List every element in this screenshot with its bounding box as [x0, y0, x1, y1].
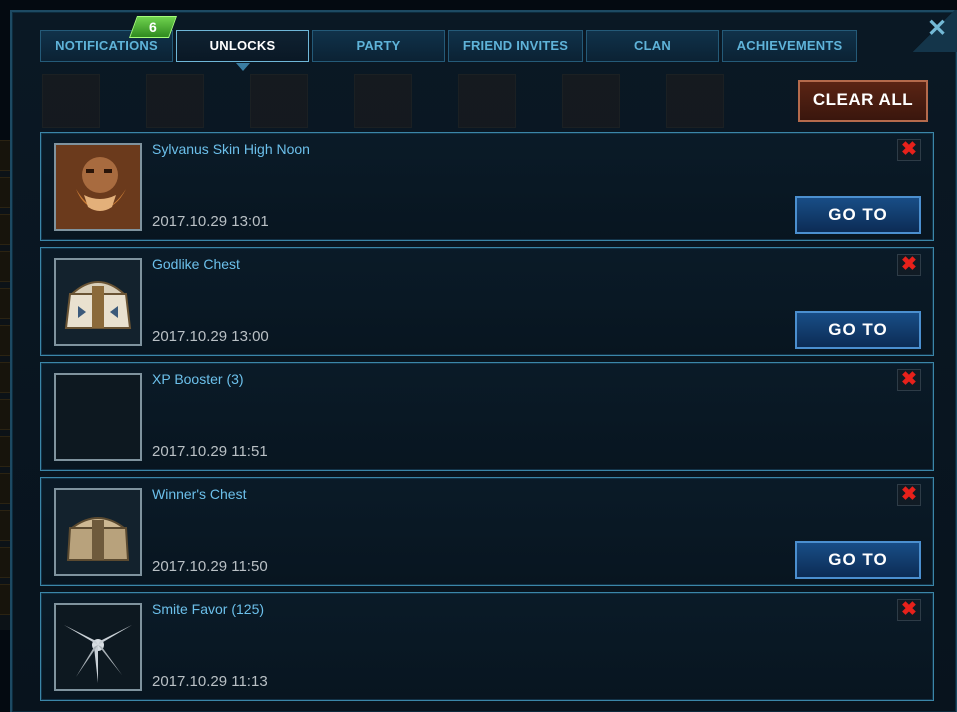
tab-unlocks[interactable]: UNLOCKS [176, 30, 309, 71]
item-title: Godlike Chest [152, 256, 240, 272]
list-item: Sylvanus Skin High Noon 2017.10.29 13:01… [40, 132, 934, 241]
bg-portrait [250, 74, 308, 128]
dismiss-button[interactable]: ✖ [897, 139, 921, 161]
screen: ✕ NOTIFICATIONS 6 UNLOCKS PARTY FRIEND I… [0, 0, 957, 712]
tab-label: CLAN [634, 38, 671, 53]
tab-party[interactable]: PARTY [312, 30, 445, 62]
xp-booster-art [56, 375, 140, 459]
bg-portrait [42, 74, 100, 128]
list-item: Winner's Chest 2017.10.29 11:50 ✖ GO TO [40, 477, 934, 586]
godlike-chest-art [56, 260, 140, 344]
tab-label: NOTIFICATIONS [55, 38, 158, 53]
xp-booster-icon [54, 373, 142, 461]
tab-clan[interactable]: CLAN [586, 30, 719, 62]
list-item: Godlike Chest 2017.10.29 13:00 ✖ GO TO [40, 247, 934, 356]
tab-label: ACHIEVEMENTS [736, 38, 843, 53]
smite-favor-art [56, 605, 140, 689]
godlike-chest-icon [54, 258, 142, 346]
go-to-button[interactable]: GO TO [795, 541, 921, 579]
dismiss-button[interactable]: ✖ [897, 599, 921, 621]
notifications-panel: ✕ NOTIFICATIONS 6 UNLOCKS PARTY FRIEND I… [10, 10, 957, 712]
item-title: Sylvanus Skin High Noon [152, 141, 310, 157]
notification-count-badge: 6 [128, 16, 178, 38]
sylvanus-portrait-art [56, 145, 140, 229]
winners-chest-art [56, 490, 140, 574]
bg-portrait [458, 74, 516, 128]
background-portrait-row [42, 74, 802, 132]
item-timestamp: 2017.10.29 11:51 [152, 443, 268, 460]
list-item: Smite Favor (125) 2017.10.29 11:13 ✖ [40, 592, 934, 701]
badge-count: 6 [149, 19, 157, 35]
close-button[interactable]: ✕ [922, 14, 952, 44]
bg-portrait [666, 74, 724, 128]
item-timestamp: 2017.10.29 11:13 [152, 673, 268, 690]
tab-label: UNLOCKS [209, 38, 276, 53]
item-title: Smite Favor (125) [152, 601, 265, 617]
item-title: Winner's Chest [152, 486, 247, 502]
dismiss-button[interactable]: ✖ [897, 484, 921, 506]
bg-portrait [562, 74, 620, 128]
sylvanus-portrait-icon [54, 143, 142, 231]
tab-label: PARTY [356, 38, 401, 53]
dismiss-button[interactable]: ✖ [897, 254, 921, 276]
go-to-button[interactable]: GO TO [795, 311, 921, 349]
winners-chest-icon [54, 488, 142, 576]
item-timestamp: 2017.10.29 13:01 [152, 213, 269, 230]
smite-favor-icon [54, 603, 142, 691]
bg-portrait [354, 74, 412, 128]
item-timestamp: 2017.10.29 13:00 [152, 328, 269, 345]
notification-list: Sylvanus Skin High Noon 2017.10.29 13:01… [40, 132, 934, 707]
tab-friend-invites[interactable]: FRIEND INVITES [448, 30, 583, 62]
list-item: XP Booster (3) 2017.10.29 11:51 ✖ [40, 362, 934, 471]
bg-portrait [146, 74, 204, 128]
tab-notifications[interactable]: NOTIFICATIONS 6 [40, 16, 178, 62]
tab-label: FRIEND INVITES [462, 38, 569, 53]
dismiss-button[interactable]: ✖ [897, 369, 921, 391]
item-timestamp: 2017.10.29 11:50 [152, 558, 268, 575]
tab-bar: NOTIFICATIONS 6 UNLOCKS PARTY FRIEND INV… [40, 16, 860, 71]
go-to-button[interactable]: GO TO [795, 196, 921, 234]
tab-achievements[interactable]: ACHIEVEMENTS [722, 30, 857, 62]
item-title: XP Booster (3) [152, 371, 244, 387]
clear-all-button[interactable]: CLEAR ALL [798, 80, 928, 122]
